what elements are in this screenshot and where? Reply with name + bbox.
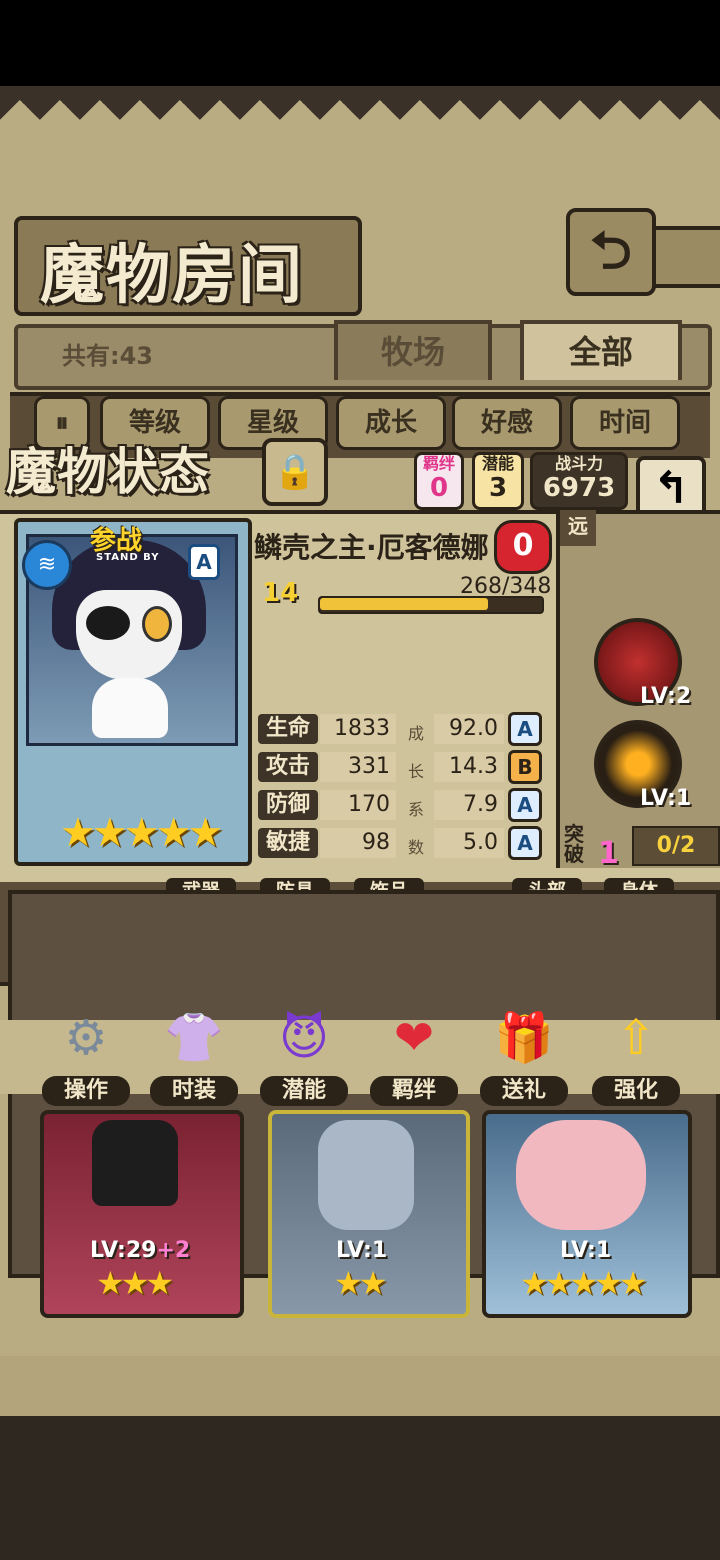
breakthrough-count: 1 [598,836,619,871]
growth-label-char: 数 [407,838,424,857]
back-button-extension [652,226,720,288]
enhance-label: 强化 [592,1076,680,1106]
monster-portrait [92,1120,178,1206]
growth-label-char: 成 [407,724,424,743]
bottom-parchment [0,1356,720,1416]
page-title: 魔物房间 [40,239,304,313]
costume-label: 时装 [150,1076,238,1106]
gear-icon: ⚙ [64,1010,108,1066]
enhance-button[interactable]: ⇧ 强化 [590,1000,682,1112]
range-type-badge: 远 [560,510,596,546]
back-button[interactable]: ⮌ [566,208,656,296]
operate-button[interactable]: ⚙ 操作 [40,1000,132,1112]
demon-icon: 😈 [278,1010,330,1066]
standby-sublabel: STAND BY [96,552,160,563]
power-badge: 战斗力 6973 [530,452,628,510]
back-arrow-icon: ⮌ [590,221,632,281]
gift-button[interactable]: 🎁 送礼 [478,1000,570,1112]
status-title: 魔物状态 [6,443,210,501]
portrait-eye [142,606,172,642]
affection-value: 0 [512,528,534,563]
power-value: 6973 [542,473,616,503]
power-label: 战斗力 [554,454,603,473]
growth-atk-value: 14.3 [434,752,504,782]
sort-time-button[interactable]: 时间 [570,396,680,450]
sort-growth-button[interactable]: 成长 [336,396,446,450]
stat-agi-label: 敏捷 [258,828,318,858]
exp-bar-fill [320,598,488,610]
monster-card-level: LV:1 [560,1238,612,1263]
lock-button[interactable]: 🔒 [262,438,328,506]
monster-card-level: LV:29+2 [90,1238,191,1263]
clothes-icon: 👚 [164,1010,224,1066]
potential-label: 潜能 [481,454,514,473]
costume-button[interactable]: 👚 时装 [148,1000,240,1112]
bond-action-label: 羁绊 [370,1076,458,1106]
water-type-icon: ≋ [22,540,72,590]
bond-badge: 羁绊 0 [414,452,464,510]
stat-agi-value: 98 [320,828,396,858]
monster-portrait [516,1120,646,1230]
skill-2-level: LV:1 [640,786,692,811]
growth-agi-value: 5.0 [434,828,504,858]
monster-name: 鳞壳之主·厄客德娜 [254,531,489,564]
monster-card-level: LV:1 [336,1238,388,1263]
tab-ranch[interactable]: 牧场 [334,320,492,380]
monster-card-stars: ★★★ [96,1264,174,1302]
sort-affection-button[interactable]: 好感 [452,396,562,450]
card-rank-badge: A [188,544,220,580]
skill-1-level: LV:2 [640,684,692,709]
stat-atk-label: 攻击 [258,752,318,782]
eyepatch [86,606,130,640]
growth-hp-value: 92.0 [434,714,504,744]
stat-atk-value: 331 [320,752,396,782]
grade-hp: A [508,712,542,746]
potential-action-label: 潜能 [260,1076,348,1106]
breakthrough-value[interactable]: 0/2 [632,826,720,866]
portrait-body [92,678,168,738]
card-stars: ★★★★★ [60,810,223,856]
gift-icon: 🎁 [494,1010,554,1066]
operate-label: 操作 [42,1076,130,1106]
back-arrow-icon: ↰ [652,463,690,514]
affection-heart[interactable]: 0 [494,520,552,574]
growth-label-char: 系 [407,800,424,819]
bond-value: 0 [429,473,449,503]
grade-def: A [508,788,542,822]
hearts-icon: ❤ [393,1010,435,1066]
bond-button[interactable]: ❤ 羁绊 [368,1000,460,1112]
tab-all[interactable]: 全部 [520,320,682,380]
potential-value: 3 [488,473,508,503]
lock-icon: 🔒 [273,452,317,492]
potential-badge: 潜能 3 [472,452,524,510]
monster-portrait [318,1120,414,1230]
bond-label: 羁绊 [422,454,455,473]
breakthrough-label: 突破 [564,822,584,866]
stat-hp-label: 生命 [258,714,318,744]
arrow-up-icon: ⇧ [615,1010,657,1066]
growth-def-value: 7.9 [434,790,504,820]
monster-card-stars: ★★ [334,1264,387,1302]
stat-def-value: 170 [320,790,396,820]
monster-count: 共有:43 [62,342,153,370]
stat-hp-value: 1833 [320,714,396,744]
growth-label-char: 长 [407,762,424,781]
zigzag-border [0,100,720,140]
level-badge: 14 [262,578,299,608]
floor-background [0,1416,720,1560]
potential-button[interactable]: 😈 潜能 [258,1000,350,1112]
grade-atk: B [508,750,542,784]
gift-label: 送礼 [480,1076,568,1106]
stat-def-label: 防御 [258,790,318,820]
monster-card-stars: ★★★★★ [520,1264,647,1302]
grade-agi: A [508,826,542,860]
